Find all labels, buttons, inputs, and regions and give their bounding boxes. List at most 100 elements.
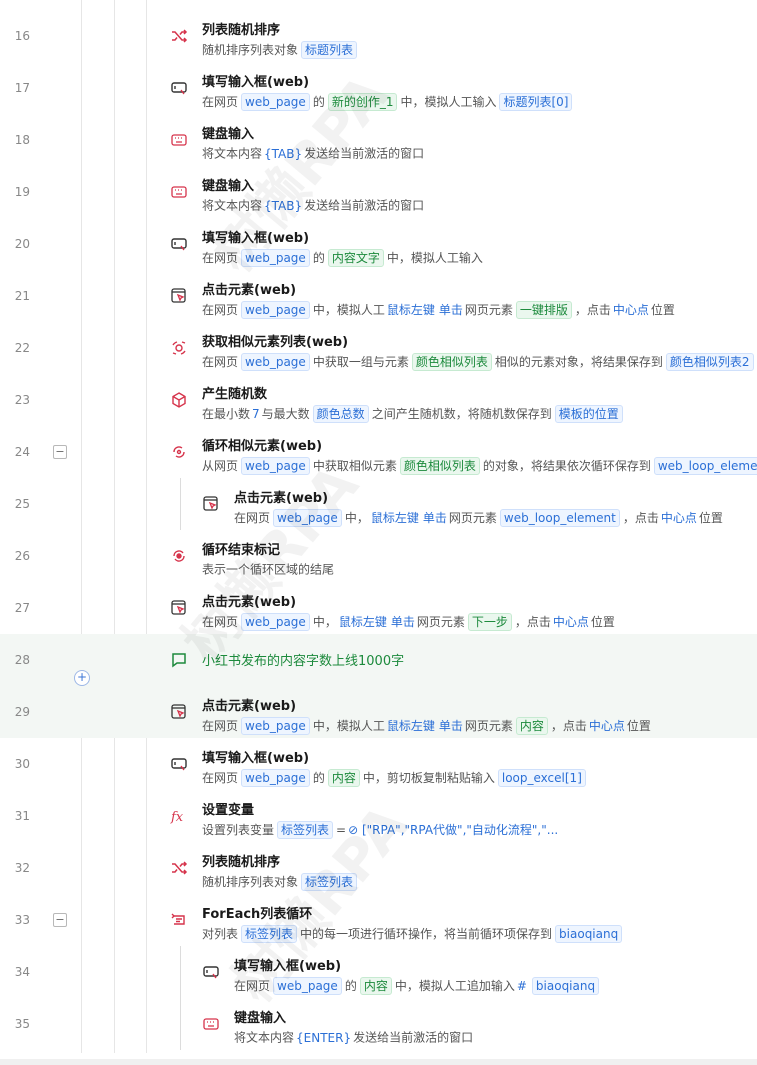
variable-tag[interactable]: web_page bbox=[241, 717, 310, 735]
click-element-icon bbox=[170, 703, 188, 721]
line-number: 18 bbox=[14, 133, 30, 147]
comment-row[interactable]: 28 小红书发布的内容字数上线1000字 bbox=[0, 634, 757, 686]
description-text: 的 bbox=[312, 251, 325, 265]
step-description: 在网页 web_page 的内容 中，模拟人工追加输入 # biaoqianq bbox=[234, 977, 602, 995]
horizontal-scrollbar[interactable] bbox=[0, 1059, 757, 1065]
variable-tag[interactable]: 内容 bbox=[515, 717, 548, 735]
shuffle-icon bbox=[170, 27, 188, 45]
keyboard-icon bbox=[170, 183, 188, 201]
variable-tag[interactable]: 一键排版 bbox=[515, 301, 572, 319]
variable-tag[interactable]: 模板的位置 bbox=[554, 405, 623, 423]
keyword-text: 中心点 bbox=[552, 615, 589, 629]
line-number: 26 bbox=[14, 549, 30, 563]
flow-step-row[interactable]: 30 填写输入框(web) 在网页 web_page 的内容 中，剪切板复制粘贴输入 loo… bbox=[0, 738, 757, 790]
variable-tag[interactable]: web_loop_eleme bbox=[653, 457, 757, 475]
flow-step-row[interactable]: 21 点击元素(web) 在网页 web_page 中，模拟人工 鼠标左键 单击 网页元素 一键… bbox=[0, 270, 757, 322]
description-text: 中， bbox=[344, 511, 369, 525]
foreach-icon bbox=[170, 911, 188, 929]
variable-tag[interactable]: 颜色相似列表 bbox=[411, 353, 492, 371]
variable-tag[interactable]: 颜色相似列表2 bbox=[665, 353, 754, 371]
variable-tag[interactable]: biaoqianq bbox=[555, 925, 623, 943]
description-text: 中，模拟人工 bbox=[312, 719, 385, 733]
variable-tag[interactable]: web_page bbox=[273, 509, 342, 527]
description-text: 中，模拟人工追加输入 bbox=[394, 979, 515, 993]
keyword-text: 鼠标左键 bbox=[338, 615, 387, 629]
variable-tag[interactable]: 标题列表[0] bbox=[499, 93, 573, 111]
flow-step-row[interactable]: 16 列表随机排序 随机排序列表对象 标题列表 bbox=[0, 10, 757, 62]
step-description: 在网页 web_page 中获取一组与元素 颜色相似列表 相似的元素对象，将结果保存到颜… bbox=[202, 353, 757, 371]
flow-step-row[interactable]: 35 键盘输入 将文本内容 {ENTER} 发送给当前激活的窗口 bbox=[0, 998, 757, 1050]
flow-step-row[interactable]: 18 键盘输入 将文本内容 {TAB} 发送给当前激活的窗口 bbox=[0, 114, 757, 166]
variable-tag[interactable]: 标签列表 bbox=[241, 925, 298, 943]
variable-tag[interactable]: web_page bbox=[241, 457, 310, 475]
keyword-text: 中心点 bbox=[612, 303, 649, 317]
description-text: 从网页 bbox=[202, 459, 239, 473]
variable-tag[interactable]: 内容 bbox=[327, 769, 360, 787]
flow-step-row[interactable]: 20 填写输入框(web) 在网页 web_page 的内容文字 中，模拟人工输入 bbox=[0, 218, 757, 270]
variable-tag[interactable]: 标题列表 bbox=[301, 41, 358, 59]
variable-tag[interactable]: 新的创作_1 bbox=[327, 93, 398, 111]
flow-step-row[interactable]: 27 点击元素(web) 在网页 web_page 中， 鼠标左键 单击 网页元素 下一步 ，点击… bbox=[0, 582, 757, 634]
flow-step-row[interactable]: 34 填写输入框(web) 在网页 web_page 的内容 中，模拟人工追加输入 # bia… bbox=[0, 946, 757, 998]
flow-step-row[interactable]: 31 fx 设置变量 设置列表变量 标签列表 = ⊘ ["RPA","RPA代做","自动化… bbox=[0, 790, 757, 842]
step-description: 在网页 web_page 中， 鼠标左键 单击 网页元素 下一步 ，点击 中心点 位置 bbox=[202, 613, 615, 631]
description-text: 位置 bbox=[590, 615, 615, 629]
flow-step-row[interactable]: 32 列表随机排序 随机排序列表对象 标签列表 bbox=[0, 842, 757, 894]
description-text: 中获取一组与元素 bbox=[312, 355, 409, 369]
input-box-icon bbox=[202, 963, 220, 981]
flow-step-row[interactable]: 23 产生随机数 在最小数 7 与最大数 颜色总数 之间产生随机数，将随机数保存到 模板的位置 bbox=[0, 374, 757, 426]
step-description: 在网页 web_page 中，模拟人工 鼠标左键 单击 网页元素 内容 ，点击 中心点 位置 bbox=[202, 717, 651, 735]
description-text: 之间产生随机数，将随机数保存到 bbox=[371, 407, 552, 421]
description-text: 在最小数 bbox=[202, 407, 251, 421]
collapse-toggle[interactable]: − bbox=[53, 913, 67, 927]
description-text: 中获取相似元素 bbox=[312, 459, 397, 473]
keyword-text: {ENTER} bbox=[296, 1030, 352, 1045]
variable-tag[interactable]: 下一步 bbox=[467, 613, 512, 631]
variable-tag[interactable]: 标签列表 bbox=[301, 873, 358, 891]
flow-step-row[interactable]: 25 点击元素(web) 在网页 web_page 中， 鼠标左键 单击 网页元素 web_lo… bbox=[0, 478, 757, 530]
description-text: 中，模拟人工输入 bbox=[400, 95, 497, 109]
line-number: 22 bbox=[14, 341, 30, 355]
variable-tag[interactable]: web_page bbox=[273, 977, 342, 995]
flow-step-row[interactable]: 33 − ForEach列表循环 对列表 标签列表 中的每一项进行循环操作，将当前循环项保… bbox=[0, 894, 757, 946]
flow-step-row[interactable]: 19 键盘输入 将文本内容 {TAB} 发送给当前激活的窗口 bbox=[0, 166, 757, 218]
variable-tag[interactable]: web_page bbox=[241, 613, 310, 631]
description-text: 随机排序列表对象 bbox=[202, 43, 299, 57]
step-description: 在网页 web_page 中， 鼠标左键 单击 网页元素 web_loop_element，… bbox=[234, 509, 723, 527]
keyword-text: 单击 bbox=[422, 511, 447, 525]
flow-step-row[interactable]: 24 − 循环相似元素(web) 从网页 web_page 中获取相似元素 颜色相似列表 的对… bbox=[0, 426, 757, 478]
variable-tag[interactable]: web_page bbox=[241, 769, 310, 787]
flow-step-row[interactable]: 17 填写输入框(web) 在网页 web_page 的新的创作_1 中，模拟人工输入 标题… bbox=[0, 62, 757, 114]
step-title: 键盘输入 bbox=[202, 127, 255, 142]
description-text: 随机排序列表对象 bbox=[202, 875, 299, 889]
keyword-text: 鼠标左键 bbox=[370, 511, 419, 525]
variable-tag[interactable]: web_page bbox=[241, 301, 310, 319]
variable-tag[interactable]: 颜色总数 bbox=[312, 405, 369, 423]
variable-tag[interactable]: 内容文字 bbox=[327, 249, 384, 267]
add-step-button[interactable]: + bbox=[74, 670, 90, 686]
flow-step-row[interactable]: 22 获取相似元素列表(web) 在网页 web_page 中获取一组与元素 颜色相似列表… bbox=[0, 322, 757, 374]
variable-tag[interactable]: 内容 bbox=[359, 977, 392, 995]
description-text: 的对象，将结果依次循环保存到 bbox=[482, 459, 651, 473]
variable-tag[interactable]: 颜色相似列表 bbox=[399, 457, 480, 475]
step-title: 列表随机排序 bbox=[202, 23, 281, 38]
variable-tag[interactable]: biaoqianq bbox=[531, 977, 600, 995]
description-text: ，点击 bbox=[622, 511, 659, 525]
input-box-icon bbox=[170, 755, 188, 773]
flow-step-row[interactable]: 29 点击元素(web) 在网页 web_page 中，模拟人工 鼠标左键 单击 网页元素 内容… bbox=[0, 686, 757, 738]
variable-tag[interactable]: web_page bbox=[241, 93, 310, 111]
variable-tag[interactable]: web_page bbox=[241, 353, 310, 371]
comment-icon bbox=[170, 651, 188, 669]
description-text: 中，剪切板复制粘贴输入 bbox=[362, 771, 495, 785]
variable-tag[interactable]: loop_excel[1] bbox=[497, 769, 586, 787]
line-number: 31 bbox=[14, 809, 30, 823]
collapse-toggle[interactable]: − bbox=[53, 445, 67, 459]
variable-tag[interactable]: web_loop_element bbox=[499, 509, 620, 527]
step-title: 点击元素(web) bbox=[234, 491, 329, 506]
description-text: 中，模拟人工 bbox=[312, 303, 385, 317]
variable-tag[interactable]: 标签列表 bbox=[277, 821, 334, 839]
description-text: 中， bbox=[312, 615, 337, 629]
comment-text: 小红书发布的内容字数上线1000字 bbox=[202, 654, 405, 669]
variable-tag[interactable]: web_page bbox=[241, 249, 310, 267]
flow-step-row[interactable]: 26 循环结束标记 表示一个循环区域的结尾 bbox=[0, 530, 757, 582]
